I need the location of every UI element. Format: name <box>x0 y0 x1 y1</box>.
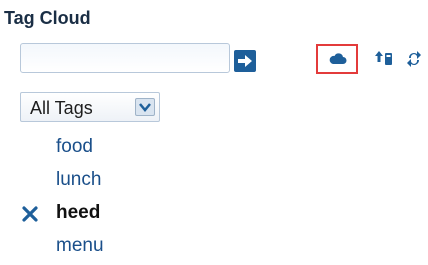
tag-item: menu <box>0 233 200 265</box>
go-button[interactable] <box>234 50 256 72</box>
tag-item: food <box>0 134 200 166</box>
tag-link[interactable]: menu <box>56 235 104 257</box>
tag-search-input[interactable] <box>20 43 230 73</box>
tag-item: lunch <box>0 167 200 199</box>
tag-link[interactable]: lunch <box>56 169 101 191</box>
sync-icon <box>406 51 422 72</box>
chevron-down-icon <box>135 98 155 116</box>
sync-button[interactable] <box>406 50 422 73</box>
page-title: Tag Cloud <box>4 8 91 28</box>
tag-link[interactable]: food <box>56 136 93 158</box>
tag-filter-select[interactable]: All Tags <box>20 92 160 122</box>
import-tags-icon <box>374 51 394 73</box>
cloud-view-button[interactable] <box>316 44 358 74</box>
arrow-right-icon <box>234 50 256 72</box>
tag-item: heed <box>0 200 200 232</box>
tag-filter-value: All Tags <box>30 98 93 118</box>
import-tags-button[interactable] <box>374 49 394 74</box>
tag-link-selected[interactable]: heed <box>56 202 100 224</box>
remove-tag-icon[interactable] <box>22 206 38 227</box>
